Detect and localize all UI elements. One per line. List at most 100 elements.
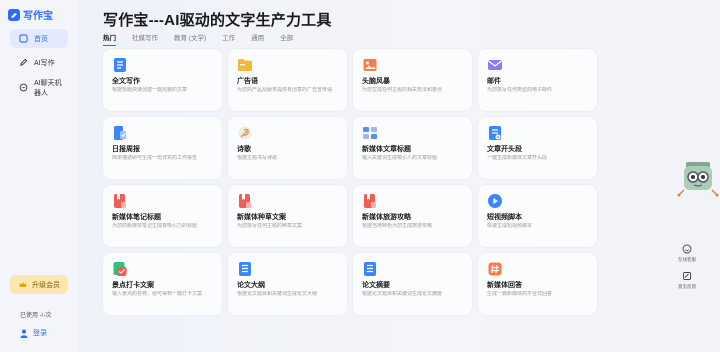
tool-card[interactable]: 新媒体回答生成一篇新媒体的平台式回答 [478, 253, 597, 315]
tool-card[interactable]: 论文大纲根据论文题目和关键词生成论文大纲 [228, 253, 347, 315]
tab-all[interactable]: 全部 [280, 32, 293, 42]
tool-card-description: 生成一篇新媒体的平台式回答 [487, 291, 553, 297]
login-button[interactable]: 登录 [20, 328, 47, 338]
sidebar-item-label: AI写作 [34, 59, 55, 67]
tool-card-title: 短视频脚本 [487, 214, 522, 221]
tool-card-title: 广告语 [237, 78, 258, 85]
robot-mascot-image [677, 162, 719, 197]
sidebar-item-ai-chatbot[interactable]: AI聊天机器人 [10, 78, 68, 97]
tool-card-title: 文章开头段 [487, 146, 522, 153]
feather-icon [238, 126, 252, 140]
sidebar-item-ai-writing[interactable]: AI写作 [10, 53, 68, 72]
usage-text: 已使用 -/-次 [20, 313, 52, 319]
tool-card-description: 为您生成任何主题的相关想法和要点 [362, 87, 443, 93]
tool-card-description: 根据标题快速创建一篇完整的文章 [112, 87, 188, 93]
tab-general[interactable]: 通用 [251, 32, 264, 42]
ticket-icon [113, 262, 127, 276]
feedback-icon [681, 270, 693, 282]
tool-card-title: 日报周报 [112, 146, 140, 153]
tool-card-description: 输入景点的名称，便可得到一篇打卡文案 [112, 291, 203, 297]
report-icon [114, 126, 126, 140]
hash-icon [488, 262, 502, 276]
tool-card[interactable]: 全文写作根据标题快速创建一篇完整的文章 [103, 49, 222, 111]
tool-card-description: 根据主题书写诗歌 [237, 155, 278, 161]
tool-card[interactable]: 论文摘要根据论文题目和关键词生成论文摘要 [353, 253, 472, 315]
tool-card[interactable]: 诗歌根据主题书写诗歌 [228, 117, 347, 179]
note-icon [114, 194, 126, 208]
tool-card-description: 为您的产品及服务提供有创意的广告宣传语 [237, 87, 333, 93]
tool-card-title: 诗歌 [237, 146, 251, 153]
login-label: 登录 [33, 330, 47, 337]
tool-card[interactable]: 头脑风暴为您生成任何主题的相关想法和要点 [353, 49, 472, 111]
tool-card[interactable]: 邮件为您撰写任何类型的电子邮件 [478, 49, 597, 111]
category-tabs: 热门 社媒写作 教育 (文学) 工作 通用 全部 [103, 32, 309, 46]
paragraph-icon [489, 126, 501, 140]
tool-card[interactable]: 新媒体种草文案为您撰写任何主题的种草文案 [228, 185, 347, 247]
image-icon [363, 59, 377, 71]
sidebar: 写作宝 首页 AI写作 AI聊天机器人 升级会员 已使用 -/-次 登录 [0, 0, 78, 352]
customer-service-button[interactable]: 在线客服 [672, 243, 702, 263]
tool-card-grid: 全文写作 根据标题快速创建一篇完整的文章 广告语 为您的产品及服务提供有创意的广告宣传… [103, 49, 597, 315]
tool-card-description: 一键生成新媒体文章开头段 [487, 155, 548, 161]
tool-card-title: 新媒体旅游攻略 [362, 214, 411, 221]
tool-card-description: 为您撰写任何类型的电子邮件 [487, 87, 553, 93]
user-icon [20, 329, 28, 338]
chat-icon [19, 83, 28, 92]
tool-card-title: 头脑风暴 [362, 78, 390, 85]
tool-card-title: 论文摘要 [362, 282, 390, 289]
upgrade-label: 升级会员 [32, 281, 60, 289]
note-icon [364, 194, 376, 208]
service-label: 在线客服 [678, 257, 696, 262]
logo-icon [8, 8, 20, 21]
tool-card-description: 为您的新媒体笔记生成有吸引力的标题 [112, 223, 198, 229]
home-icon [19, 34, 28, 43]
crown-icon [19, 282, 27, 287]
tool-card[interactable]: 新媒体旅游攻略根据当地特色为您生成旅游攻略 [353, 185, 472, 247]
title-icon [363, 127, 377, 139]
video-icon [488, 194, 502, 208]
tool-card-description: 快速生成短视频脚本 [487, 223, 533, 229]
robot-mascot[interactable] [676, 156, 720, 205]
tool-card-description: 根据论文题目和关键词生成论文大纲 [237, 291, 318, 297]
app-logo[interactable]: 写作宝 [8, 7, 53, 22]
pen-icon [20, 58, 28, 66]
document-icon [114, 58, 126, 72]
feedback-button[interactable]: 意见反馈 [672, 270, 702, 290]
tool-card-title: 全文写作 [112, 78, 140, 85]
tool-card-title: 新媒体笔记标题 [112, 214, 161, 221]
tool-card[interactable]: 短视频脚本快速生成短视频脚本 [478, 185, 597, 247]
tab-education[interactable]: 教育 (文学) [174, 32, 206, 42]
note-icon [239, 194, 251, 208]
tool-card-title: 新媒体种草文案 [237, 214, 286, 221]
tool-card-description: 输入关键词生成吸引人的文章标题 [362, 155, 438, 161]
tab-hot[interactable]: 热门 [103, 32, 116, 46]
doc-outline-icon [239, 262, 251, 276]
service-icon [681, 243, 693, 255]
tool-card-title: 论文大纲 [237, 282, 265, 289]
upgrade-button[interactable]: 升级会员 [10, 275, 68, 294]
tool-card-description: 根据论文题目和关键词生成论文摘要 [362, 291, 443, 297]
folder-icon [238, 59, 252, 71]
tool-card[interactable]: 文章开头段一键生成新媒体文章开头段 [478, 117, 597, 179]
feedback-label: 意见反馈 [678, 284, 696, 289]
tool-card-title: 邮件 [487, 78, 501, 85]
tool-card[interactable]: 新媒体文章标题输入关键词生成吸引人的文章标题 [353, 117, 472, 179]
tool-card[interactable]: 日报周报简单描述即可生成一份详实的工作报告 [103, 117, 222, 179]
mail-icon [488, 60, 502, 70]
tab-work[interactable]: 工作 [222, 32, 235, 42]
tool-card-title: 新媒体回答 [487, 282, 522, 289]
sidebar-item-home[interactable]: 首页 [10, 29, 68, 48]
tool-card-title: 新媒体文章标题 [362, 146, 411, 153]
tool-card-description: 根据当地特色为您生成旅游攻略 [362, 223, 433, 229]
tool-card[interactable]: 广告语为您的产品及服务提供有创意的广告宣传语 [228, 49, 347, 111]
doc-outline-icon [364, 262, 376, 276]
sidebar-item-label: 首页 [34, 35, 48, 43]
tool-card-description: 简单描述即可生成一份详实的工作报告 [112, 155, 198, 161]
tool-card-title: 景点打卡文案 [112, 282, 154, 289]
tab-social-writing[interactable]: 社媒写作 [132, 32, 158, 42]
tool-card-description: 为您撰写任何主题的种草文案 [237, 223, 303, 229]
tool-card[interactable]: 景点打卡文案输入景点的名称，便可得到一篇打卡文案 [103, 253, 222, 315]
page-title: 写作宝---AI驱动的文字生产力工具 [103, 12, 332, 29]
sidebar-item-label: AI聊天机器人 [34, 79, 62, 97]
tool-card[interactable]: 新媒体笔记标题为您的新媒体笔记生成有吸引力的标题 [103, 185, 222, 247]
